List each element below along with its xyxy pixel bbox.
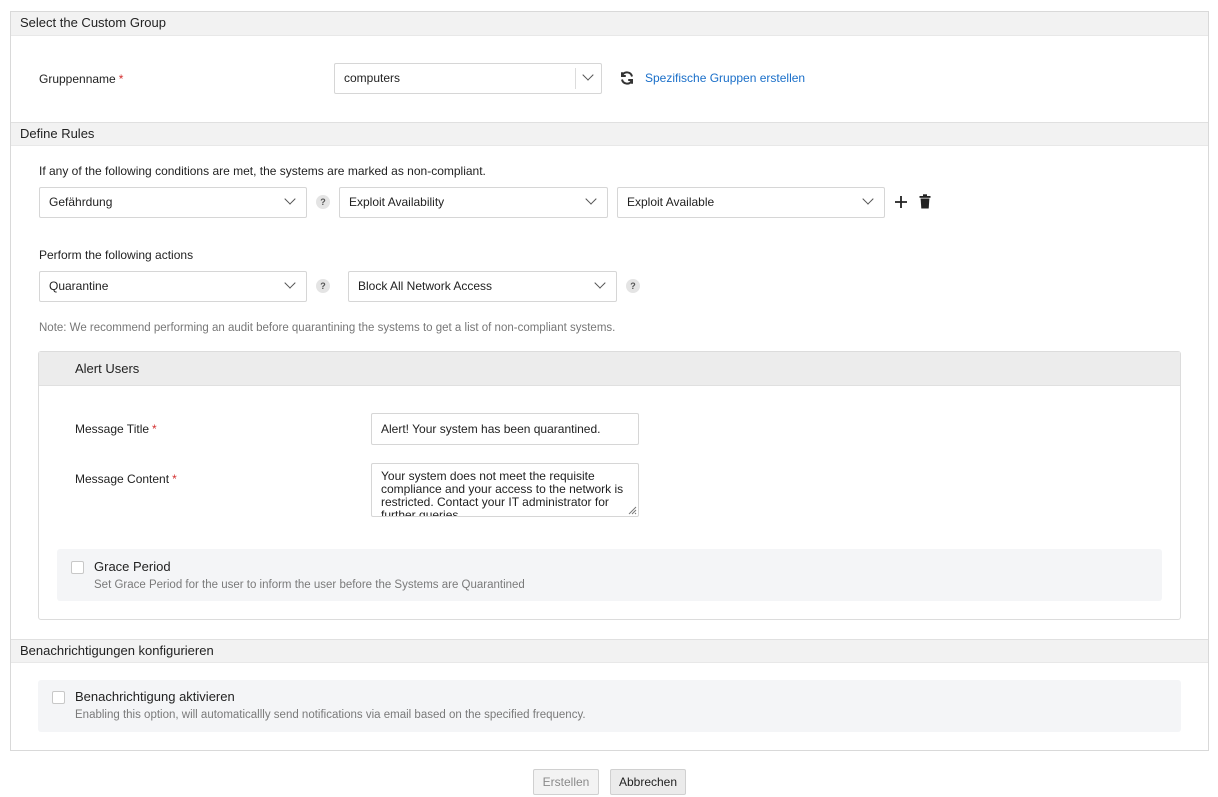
chevron-down-icon — [284, 277, 296, 289]
action-type-value: Quarantine — [49, 279, 109, 293]
message-title-label: Message Title * — [75, 422, 157, 436]
condition-help-icon[interactable]: ? — [316, 195, 330, 209]
required-mark: * — [172, 472, 177, 486]
required-mark: * — [118, 72, 124, 86]
plus-icon[interactable] — [894, 195, 908, 209]
notifications-section-title: Benachrichtigungen konfigurieren — [20, 643, 214, 658]
message-content-textarea[interactable] — [371, 463, 639, 517]
action-subtype-value: Block All Network Access — [358, 279, 493, 293]
trash-icon[interactable] — [919, 194, 931, 209]
group-name-select[interactable]: computers — [334, 63, 602, 94]
select-divider — [575, 68, 576, 89]
condition-criteria-value: Exploit Availability — [349, 195, 445, 209]
message-title-input[interactable] — [371, 413, 639, 445]
notifications-section-header: Benachrichtigungen konfigurieren — [11, 639, 1208, 663]
message-content-label: Message Content * — [75, 472, 177, 486]
chevron-down-icon — [284, 193, 296, 205]
grace-period-option: Grace Period Set Grace Period for the us… — [57, 549, 1162, 601]
message-content-wrapper — [371, 463, 639, 517]
alert-users-title: Alert Users — [75, 361, 140, 376]
resize-grip-icon[interactable] — [627, 505, 637, 515]
chevron-down-icon — [594, 277, 606, 289]
chevron-down-icon — [582, 69, 594, 81]
chevron-down-icon — [585, 193, 597, 205]
define-rules-section-header: Define Rules — [11, 122, 1208, 146]
enable-notification-checkbox[interactable] — [52, 691, 65, 704]
action-subtype-help-icon[interactable]: ? — [626, 279, 640, 293]
condition-value-text: Exploit Available — [627, 195, 715, 209]
create-button[interactable]: Erstellen — [533, 769, 599, 795]
cancel-button[interactable]: Abbrechen — [610, 769, 686, 795]
condition-criteria-select[interactable]: Exploit Availability — [339, 187, 608, 218]
grace-period-checkbox[interactable] — [71, 561, 84, 574]
action-type-select[interactable]: Quarantine — [39, 271, 307, 302]
grace-period-title: Grace Period — [94, 559, 171, 574]
required-mark: * — [152, 422, 157, 436]
refresh-icon[interactable] — [619, 70, 635, 86]
group-name-value: computers — [344, 71, 401, 85]
compliance-rule-panel: Select the Custom Group Gruppenname * com… — [10, 11, 1209, 751]
alert-users-box: Alert Users Message Title* Message Conte… — [38, 351, 1181, 620]
actions-instruction: Perform the following actions — [39, 248, 194, 262]
custom-group-section-title: Select the Custom Group — [20, 15, 166, 30]
condition-field-select[interactable]: Gefährdung — [39, 187, 307, 218]
audit-note: Note: We recommend performing an audit b… — [39, 322, 616, 334]
message-content-label-text: Message Content — [75, 472, 170, 486]
enable-notification-title: Benachrichtigung aktivieren — [75, 689, 235, 704]
action-help-icon[interactable]: ? — [316, 279, 330, 293]
condition-instruction: If any of the following conditions are m… — [39, 164, 486, 178]
chevron-down-icon — [862, 193, 874, 205]
enable-notification-option: Benachrichtigung aktivieren Enabling thi… — [38, 680, 1181, 732]
group-name-label-text: Gruppenname — [39, 72, 116, 86]
grace-period-description: Set Grace Period for the user to inform … — [94, 579, 525, 591]
custom-group-section-header: Select the Custom Group — [11, 12, 1208, 36]
create-specific-groups-link[interactable]: Spezifische Gruppen erstellen — [645, 71, 805, 85]
action-subtype-select[interactable]: Block All Network Access — [348, 271, 617, 302]
group-name-label: Gruppenname * — [39, 72, 123, 86]
condition-field-value: Gefährdung — [49, 195, 113, 209]
message-title-label-text: Message Title — [75, 422, 150, 436]
alert-users-header: Alert Users — [39, 352, 1180, 386]
define-rules-section-title: Define Rules — [20, 126, 95, 141]
enable-notification-description: Enabling this option, will automaticalll… — [75, 709, 586, 721]
condition-value-select[interactable]: Exploit Available — [617, 187, 885, 218]
